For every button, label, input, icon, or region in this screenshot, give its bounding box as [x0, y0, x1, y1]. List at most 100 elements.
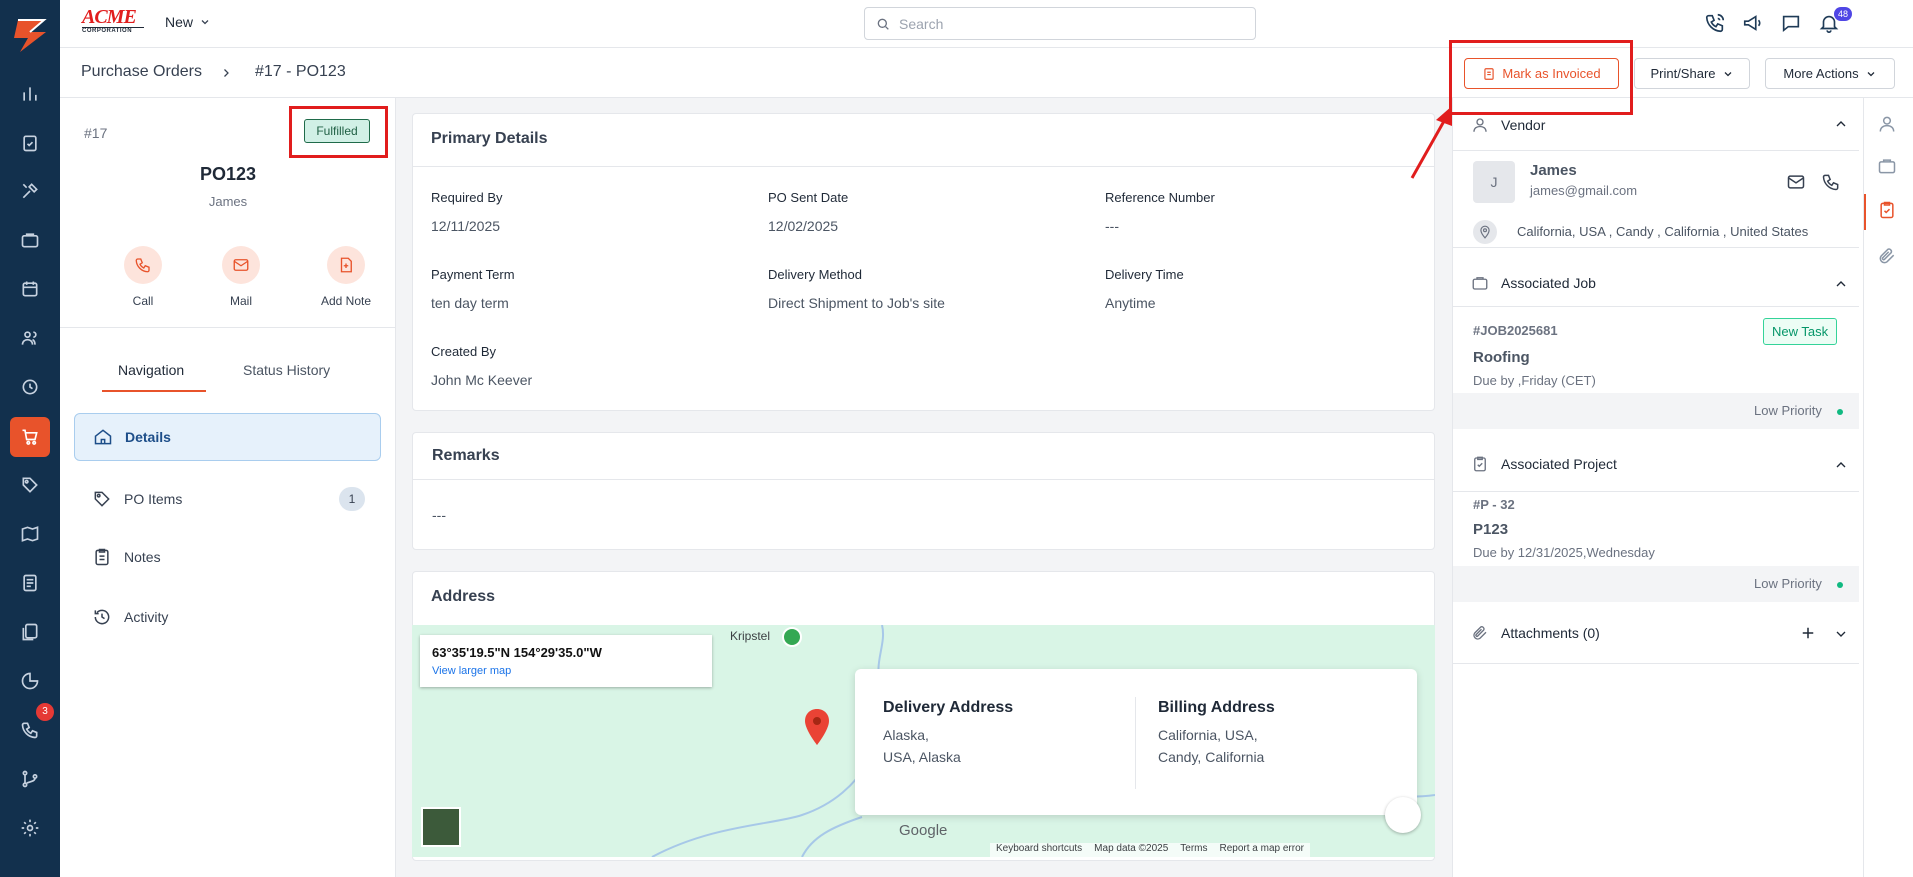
clipboard-check-icon[interactable]: [1877, 200, 1901, 224]
remarks-title: Remarks: [432, 447, 500, 464]
add-attachment-icon[interactable]: [1799, 624, 1817, 642]
history-icon: [94, 609, 110, 625]
vendor-section: Vendor J James james@gmail.com Californi…: [1453, 98, 1859, 248]
app-logo-icon[interactable]: [10, 16, 50, 54]
mail-label: Mail: [229, 294, 252, 308]
acme-logo[interactable]: ACME CORPORATION: [82, 6, 144, 36]
vendor-name[interactable]: James: [1530, 162, 1577, 179]
map-fullscreen-button[interactable]: [1385, 797, 1421, 833]
annotation-arrow: [1410, 106, 1452, 179]
reports-icon[interactable]: [16, 80, 44, 108]
phone-icon[interactable]: [1704, 12, 1728, 36]
map-icon[interactable]: [16, 520, 44, 548]
map-pin-icon[interactable]: [802, 707, 832, 747]
chat-icon[interactable]: [1780, 12, 1804, 36]
breadcrumb-purchase-orders[interactable]: Purchase Orders: [81, 63, 202, 81]
users-icon[interactable]: [16, 324, 44, 352]
reference-number-value: ---: [1105, 218, 1119, 234]
new-dropdown-button[interactable]: New: [165, 14, 211, 30]
chevron-up-icon[interactable]: [1833, 116, 1849, 135]
associated-job-header[interactable]: Associated Job: [1471, 274, 1596, 292]
chevron-up-icon[interactable]: [1833, 276, 1849, 295]
settings-gear-icon[interactable]: [16, 814, 44, 842]
phone-icon[interactable]: [1821, 172, 1841, 192]
associated-project-header[interactable]: Associated Project: [1471, 455, 1617, 473]
nav-item-details[interactable]: Details: [74, 413, 381, 461]
search-input[interactable]: [899, 15, 1239, 32]
payment-term-value: ten day term: [431, 295, 509, 311]
project-due: Due by 12/31/2025,Wednesday: [1473, 545, 1655, 560]
print-share-button[interactable]: Print/Share: [1634, 58, 1750, 89]
chevron-right-icon: [224, 69, 229, 77]
delivery-method-value: Direct Shipment to Job's site: [768, 295, 945, 311]
po-items-count-badge: 1: [339, 487, 365, 511]
more-actions-button[interactable]: More Actions: [1765, 58, 1895, 89]
pie-chart-icon[interactable]: [16, 667, 44, 695]
clock-icon[interactable]: [16, 373, 44, 401]
address-map[interactable]: 63°35'19.5"N 154°29'35.0"W View larger m…: [412, 625, 1435, 857]
project-number: #P - 32: [1473, 497, 1515, 512]
priority-dot: [1837, 582, 1843, 588]
search-icon: [877, 18, 889, 30]
po-vendor-name: James: [208, 194, 248, 209]
job-number: #JOB2025681: [1473, 323, 1558, 338]
documents-icon[interactable]: [16, 618, 44, 646]
chevron-down-icon[interactable]: [1833, 626, 1849, 645]
terms-link[interactable]: Terms: [1180, 843, 1207, 857]
tools-icon[interactable]: [16, 177, 44, 205]
workflow-branch-icon[interactable]: [16, 765, 44, 793]
reference-number-label: Reference Number: [1105, 190, 1215, 205]
remarks-card: Remarks ---: [412, 432, 1435, 550]
billing-address-line1: California, USA,: [1158, 727, 1258, 743]
report-map-error-link[interactable]: Report a map error: [1220, 843, 1304, 857]
chevron-down-icon: [1867, 71, 1875, 76]
job-priority: Low Priority: [1754, 403, 1822, 418]
map-park-icon[interactable]: [782, 627, 802, 647]
paperclip-icon[interactable]: [1877, 246, 1901, 270]
nav-item-activity[interactable]: Activity: [74, 593, 381, 641]
clipboard-check-icon[interactable]: [16, 129, 44, 157]
job-name[interactable]: Roofing: [1473, 349, 1530, 366]
job-priority-bar: Low Priority: [1453, 393, 1859, 429]
attachments-header[interactable]: Attachments (0): [1471, 624, 1600, 642]
notification-count-badge: 48: [1834, 7, 1852, 21]
vendor-header[interactable]: Vendor: [1471, 116, 1545, 134]
location-pin-icon: [1473, 220, 1497, 244]
briefcase-icon[interactable]: [16, 226, 44, 254]
job-due: Due by ,Friday (CET): [1473, 373, 1596, 388]
project-name[interactable]: P123: [1473, 521, 1508, 538]
contact-icon[interactable]: [1877, 114, 1901, 138]
add-note-action[interactable]: Add Note: [311, 246, 381, 308]
tag-icon: [94, 491, 110, 507]
attachments-section: Attachments (0): [1453, 602, 1859, 664]
summary-panel: #17 Fulfilled PO123 James Call Mail Add …: [60, 98, 396, 877]
home-icon: [94, 429, 112, 445]
tab-status-history[interactable]: Status History: [243, 362, 330, 378]
brand-name: ACME: [82, 6, 137, 28]
associated-job-section: Associated Job #JOB2025681 New Task Roof…: [1453, 248, 1859, 429]
nav-activity-label: Activity: [124, 609, 169, 625]
tab-navigation[interactable]: Navigation: [118, 362, 184, 378]
invoice-icon[interactable]: [16, 569, 44, 597]
mail-action[interactable]: Mail: [206, 246, 276, 308]
global-search[interactable]: [864, 7, 1256, 40]
tag-icon[interactable]: [16, 471, 44, 499]
map-satellite-toggle[interactable]: [421, 807, 461, 847]
divider: [413, 479, 1434, 480]
divider: [60, 327, 396, 328]
user-icon: [1473, 118, 1487, 132]
chevron-up-icon[interactable]: [1833, 457, 1849, 476]
phone-calls-icon[interactable]: [16, 716, 44, 744]
purchase-orders-cart-icon[interactable]: [10, 417, 50, 457]
nav-item-po-items[interactable]: PO Items 1: [74, 475, 381, 523]
megaphone-icon[interactable]: [1742, 12, 1766, 36]
delivery-address-line1: Alaska,: [883, 727, 929, 743]
call-action[interactable]: Call: [108, 246, 178, 308]
nav-item-notes[interactable]: Notes: [74, 533, 381, 581]
keyboard-shortcuts-link[interactable]: Keyboard shortcuts: [996, 843, 1082, 857]
view-larger-map-link[interactable]: View larger map: [432, 665, 511, 677]
project-priority-bar: Low Priority: [1453, 566, 1859, 602]
calendar-icon[interactable]: [16, 275, 44, 303]
mail-icon[interactable]: [1786, 172, 1806, 192]
briefcase-icon[interactable]: [1877, 156, 1901, 180]
